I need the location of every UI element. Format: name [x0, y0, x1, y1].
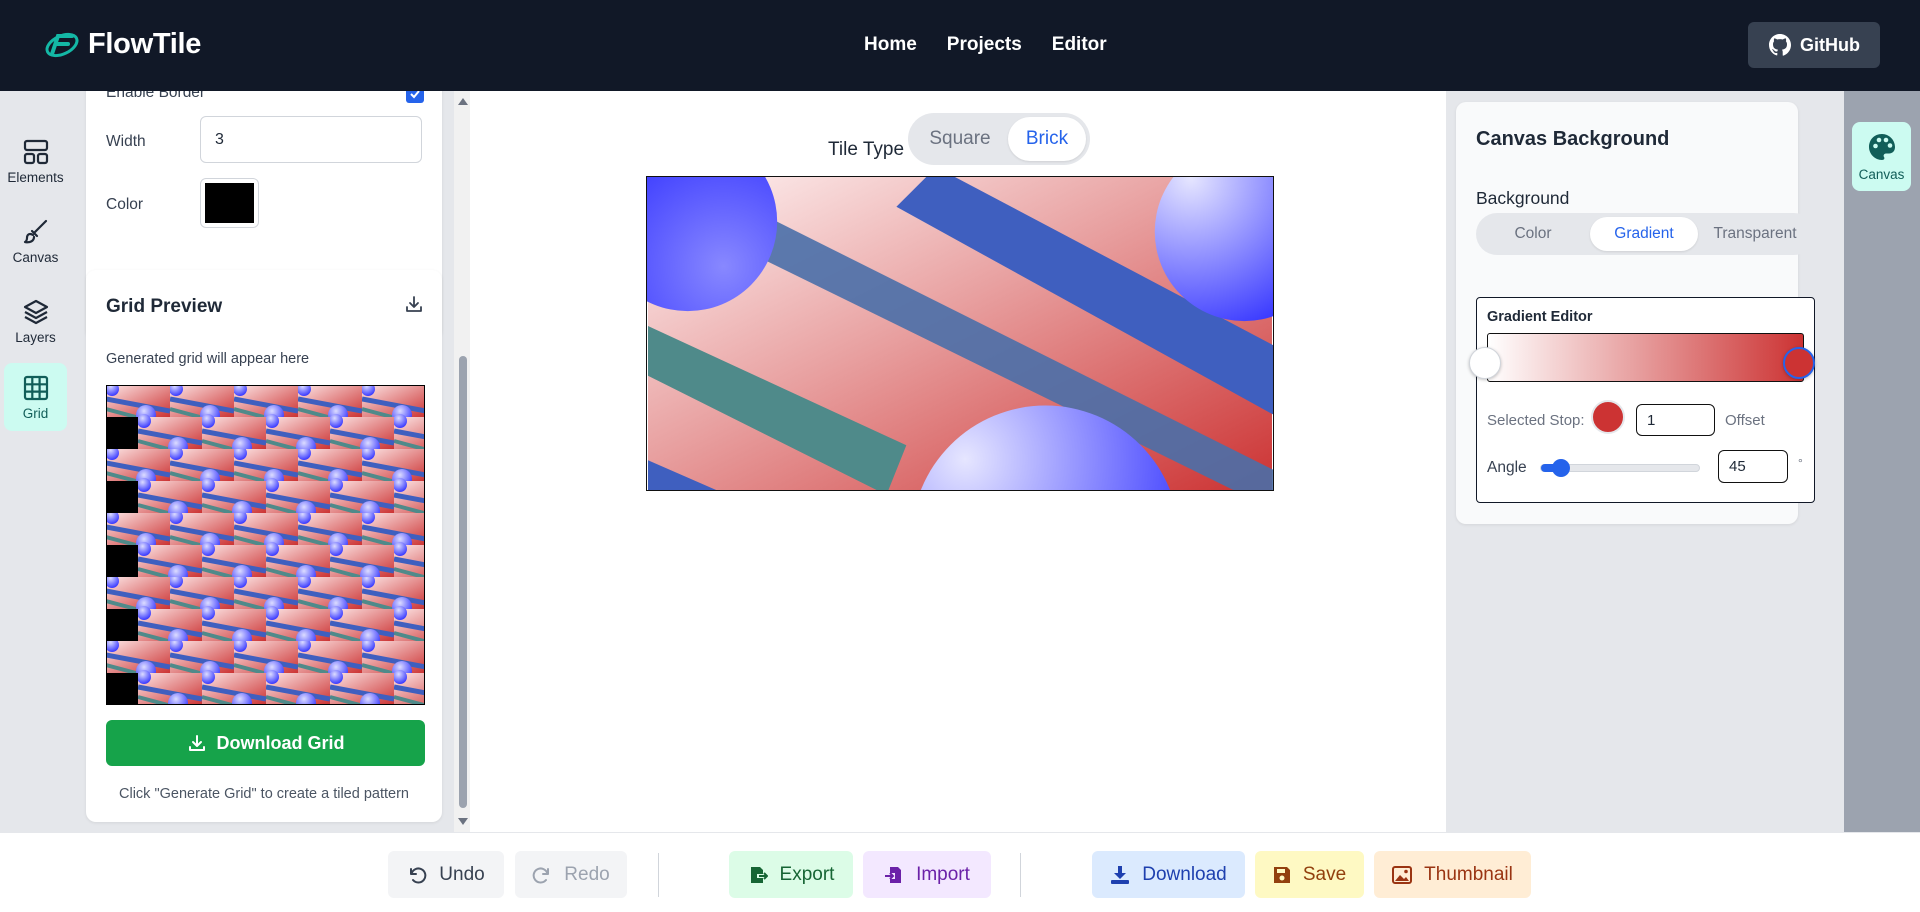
logo-icon — [45, 32, 79, 58]
import-button[interactable]: Import — [863, 851, 991, 898]
download-button[interactable]: Download — [1092, 851, 1245, 898]
tile-type-square[interactable]: Square — [912, 117, 1008, 161]
enable-border-checkbox[interactable] — [406, 91, 424, 103]
brush-icon — [23, 219, 47, 243]
github-icon — [1769, 34, 1791, 56]
offset-input[interactable]: 1 — [1636, 404, 1715, 436]
mode-transparent[interactable]: Transparent — [1700, 217, 1810, 251]
thumbnail-button[interactable]: Thumbnail — [1374, 851, 1531, 898]
border-width-input[interactable]: 3 — [200, 116, 422, 163]
rail-canvas-label: Canvas — [12, 249, 59, 265]
download-label: Download — [1142, 863, 1227, 885]
left-panel: Enable Border Width 3 Color Grid Preview… — [74, 91, 454, 832]
nav-home[interactable]: Home — [864, 34, 917, 56]
download-grid-button[interactable]: Download Grid — [106, 720, 425, 766]
main-nav: Home Projects Editor — [864, 34, 1107, 56]
layout-icon — [23, 139, 48, 164]
left-toolbar: Elements Canvas Layers Grid — [0, 91, 74, 832]
border-width-label: Width — [106, 133, 146, 150]
right-rail-canvas[interactable]: Canvas — [1852, 122, 1911, 191]
redo-icon — [532, 867, 550, 883]
export-label: Export — [779, 863, 835, 885]
redo-button[interactable]: Redo — [515, 851, 627, 898]
undo-label: Undo — [439, 863, 485, 885]
grid-preview-image — [106, 385, 425, 705]
grid-hint-text: Click "Generate Grid" to create a tiled … — [119, 786, 409, 802]
download-icon[interactable] — [404, 294, 424, 314]
undo-icon — [410, 867, 427, 883]
grid-preview-card: Grid Preview Generated grid will appear … — [86, 270, 442, 822]
rail-layers[interactable]: Layers — [4, 287, 67, 355]
image-icon — [1392, 865, 1413, 884]
app-header: FlowTile Home Projects Editor GitHub — [0, 0, 1920, 91]
mode-color[interactable]: Color — [1480, 217, 1586, 251]
import-label: Import — [916, 863, 970, 885]
redo-label: Redo — [564, 863, 610, 885]
right-rail-canvas-label: Canvas — [1858, 167, 1905, 182]
gradient-editor: Gradient Editor Selected Stop: 1 Offset … — [1469, 297, 1815, 503]
rail-canvas[interactable]: Canvas — [4, 207, 67, 275]
background-section-label: Background — [1476, 188, 1570, 208]
offset-label: Offset — [1725, 412, 1765, 429]
layers-icon — [23, 299, 48, 324]
enable-border-label: Enable Border — [106, 91, 206, 101]
tile-type-toggle: Square Brick — [908, 113, 1090, 165]
save-button[interactable]: Save — [1255, 851, 1364, 898]
grid-icon — [23, 375, 48, 400]
border-color-swatch[interactable] — [200, 178, 259, 228]
angle-unit: ° — [1798, 456, 1803, 470]
rail-layers-label: Layers — [15, 329, 56, 345]
save-icon — [1273, 866, 1290, 883]
download-icon — [188, 735, 205, 751]
selected-stop-label: Selected Stop: — [1487, 412, 1585, 429]
angle-input[interactable]: 45 — [1718, 450, 1788, 483]
save-label: Save — [1302, 863, 1347, 885]
github-button[interactable]: GitHub — [1748, 22, 1880, 68]
gradient-stop-end[interactable] — [1783, 347, 1815, 379]
gradient-editor-title: Gradient Editor — [1487, 309, 1593, 325]
download-grid-label: Download Grid — [216, 732, 345, 753]
angle-slider-thumb[interactable] — [1551, 459, 1570, 477]
border-color-label: Color — [106, 196, 144, 213]
undo-button[interactable]: Undo — [388, 851, 504, 898]
scrollbar-thumb[interactable] — [459, 356, 467, 808]
footer-divider — [658, 853, 659, 897]
mode-gradient[interactable]: Gradient — [1590, 217, 1698, 251]
rail-grid[interactable]: Grid — [4, 363, 67, 431]
gradient-stop-start[interactable] — [1469, 347, 1501, 379]
nav-projects[interactable]: Projects — [947, 34, 1022, 56]
rail-elements[interactable]: Elements — [4, 127, 67, 195]
logo[interactable]: FlowTile — [42, 26, 201, 62]
github-label: GitHub — [1800, 34, 1860, 55]
canvas-background-title: Canvas Background — [1476, 128, 1670, 150]
right-toolbar — [1844, 91, 1920, 832]
export-button[interactable]: Export — [729, 851, 853, 898]
scroll-up-icon[interactable] — [458, 96, 468, 106]
check-icon — [410, 91, 420, 99]
grid-preview-placeholder: Generated grid will appear here — [106, 351, 310, 367]
export-icon — [750, 866, 768, 883]
palette-icon — [1868, 134, 1895, 160]
thumbnail-label: Thumbnail — [1424, 863, 1513, 885]
nav-editor[interactable]: Editor — [1052, 34, 1107, 56]
tile-type-label: Tile Type — [828, 139, 905, 160]
rail-elements-label: Elements — [7, 169, 64, 185]
footer-divider — [1020, 853, 1021, 897]
rail-grid-label: Grid — [22, 405, 49, 421]
download-icon — [1111, 865, 1130, 884]
scroll-down-icon[interactable] — [458, 817, 468, 827]
bottom-toolbar: Undo Redo Export Import Download Save Th… — [0, 832, 1920, 912]
import-icon — [885, 866, 902, 883]
angle-label: Angle — [1487, 459, 1527, 476]
grid-preview-title: Grid Preview — [106, 296, 223, 317]
angle-slider-track[interactable] — [1540, 459, 1700, 477]
brand-name: FlowTile — [88, 27, 202, 60]
selected-stop-color[interactable] — [1591, 400, 1625, 434]
tile-type-brick[interactable]: Brick — [1008, 117, 1086, 161]
tile-canvas[interactable] — [646, 176, 1274, 491]
gradient-bar[interactable] — [1487, 333, 1804, 382]
